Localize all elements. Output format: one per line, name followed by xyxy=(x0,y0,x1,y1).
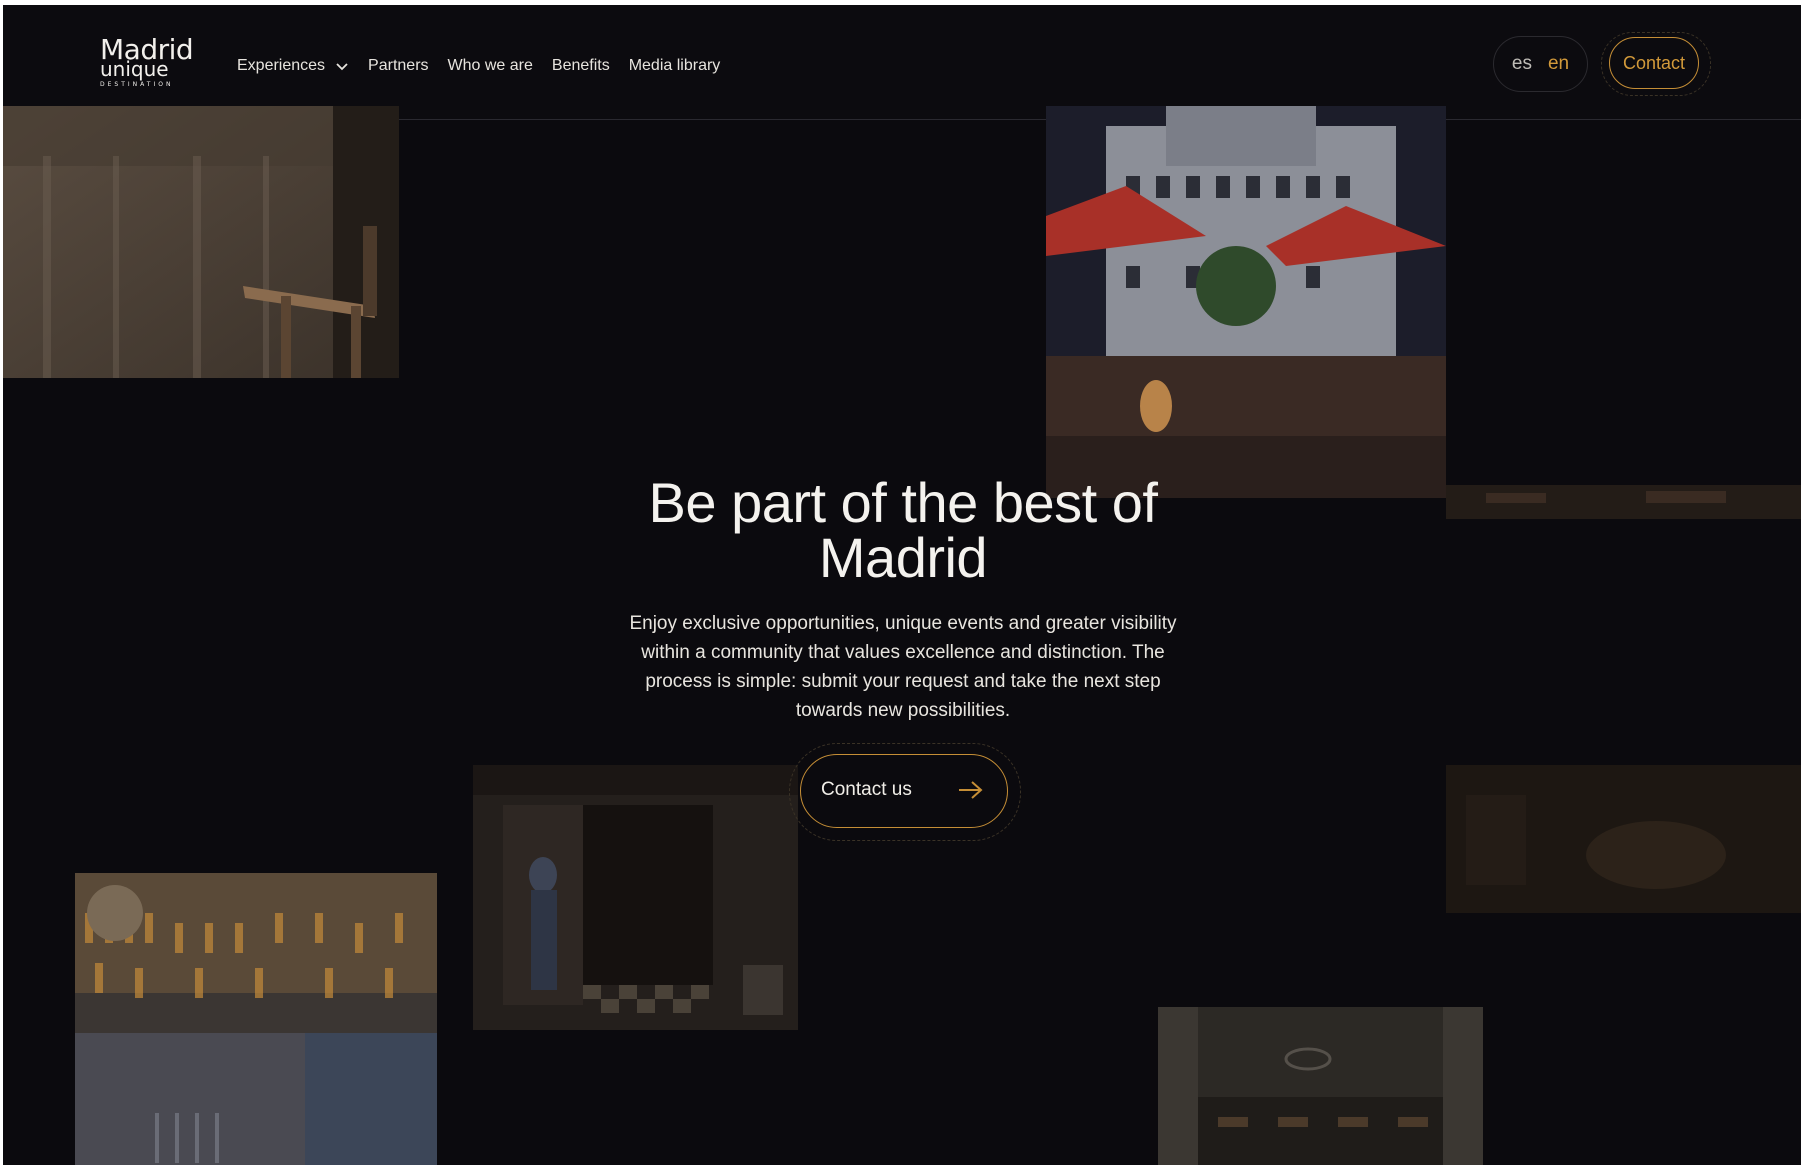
photo-tile-dim-room xyxy=(1446,765,1801,913)
photo-tile-storefront xyxy=(1158,1007,1483,1165)
photo-tile-corridor xyxy=(473,765,798,1030)
nav-item-label: Experiences xyxy=(237,57,326,74)
logo-tagline: DESTINATION xyxy=(100,81,174,88)
photo-tile-bar xyxy=(75,873,437,1165)
nav-item-benefits[interactable]: Benefits xyxy=(552,57,610,75)
brand-logo[interactable]: Madrid unique DESTINATION xyxy=(100,35,212,91)
lang-option-es[interactable]: es xyxy=(1512,53,1532,75)
logo-wordmark-sub: unique xyxy=(100,57,169,81)
contact-us-button[interactable]: Contact us xyxy=(800,754,1008,828)
arrow-right-icon xyxy=(959,781,983,799)
site-header: Madrid unique DESTINATION Experiences Pa… xyxy=(3,5,1801,120)
hero-title: Be part of the best of Madrid xyxy=(648,470,1158,589)
photo-tile-chair xyxy=(3,106,399,378)
photo-tile-strip xyxy=(1446,485,1801,519)
nav-item-who-we-are[interactable]: Who we are xyxy=(448,57,533,75)
nav-item-media-library[interactable]: Media library xyxy=(629,57,721,75)
lang-option-en[interactable]: en xyxy=(1548,53,1569,75)
photo-tile-terrace xyxy=(1046,106,1446,498)
chevron-down-icon xyxy=(336,63,348,71)
cta-label: Contact us xyxy=(821,779,912,800)
header-contact-button[interactable]: Contact xyxy=(1609,37,1699,89)
main-nav: Experiences Partners Who we are Benefits… xyxy=(237,55,739,77)
nav-item-experiences[interactable]: Experiences xyxy=(237,57,349,75)
page-frame: Madrid unique DESTINATION Experiences Pa… xyxy=(3,5,1801,1165)
language-switcher: es en xyxy=(1493,36,1588,92)
hero-description: Enjoy exclusive opportunities, unique ev… xyxy=(629,613,1177,721)
nav-item-partners[interactable]: Partners xyxy=(368,57,428,75)
